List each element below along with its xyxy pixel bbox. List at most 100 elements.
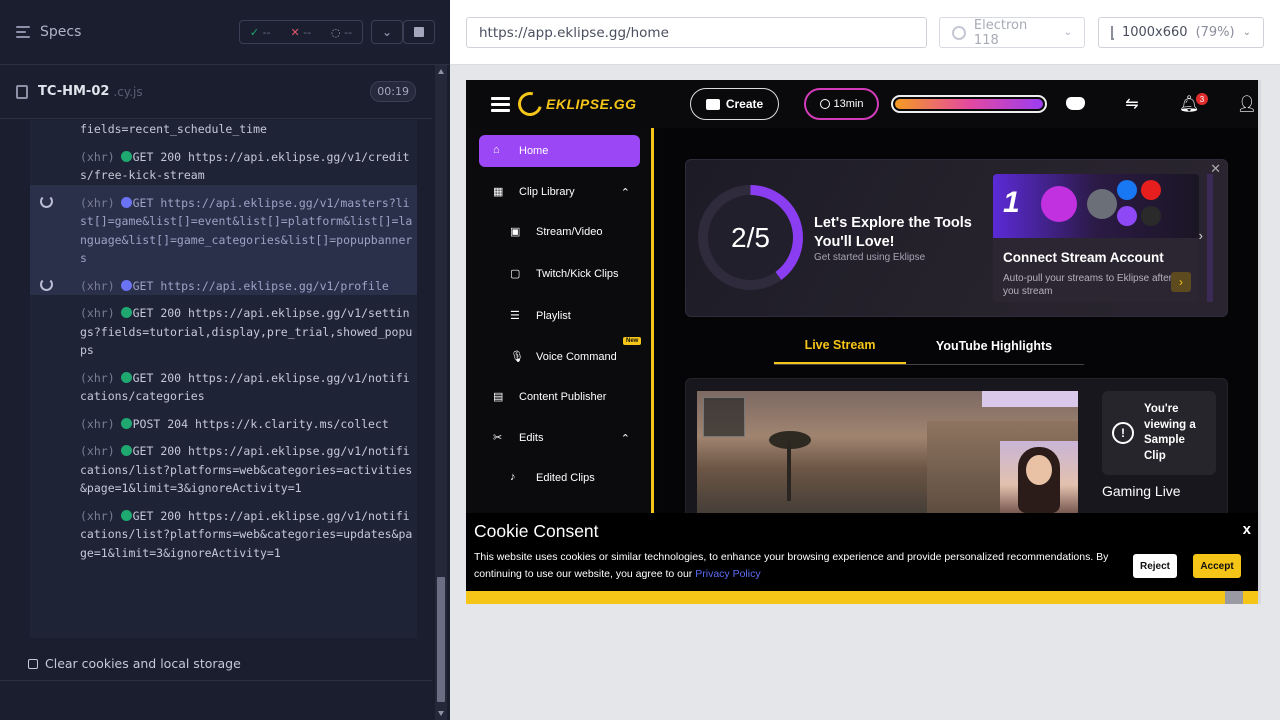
notification-badge: 3 [1196, 93, 1208, 105]
logo-mark-icon [513, 87, 547, 121]
url-bar[interactable]: https://app.eklipse.gg/home [466, 17, 927, 48]
log-scrollbar[interactable] [435, 65, 447, 720]
specs-label: Specs [40, 24, 82, 40]
spec-name: TC-HM-02 [38, 84, 110, 99]
accept-button[interactable]: Accept [1193, 554, 1241, 578]
twitch-icon [1117, 206, 1137, 226]
reject-button[interactable]: Reject [1133, 554, 1177, 578]
browser-selector[interactable]: Electron 118 ⌄ [939, 17, 1085, 48]
timer-pill[interactable]: 13min [804, 88, 879, 120]
log-kind: (xhr) [80, 370, 115, 385]
eklipse-logo[interactable]: EKLIPSE.GG [513, 87, 637, 121]
nav-edited-clips[interactable]: ♪ Edited Clips [510, 462, 640, 494]
video-icon: ▣ [510, 225, 521, 238]
nav-voice-command[interactable]: 🎙︎ Voice Command [510, 341, 640, 373]
hamburger-menu-icon[interactable] [491, 97, 510, 112]
nav-playlist[interactable]: ☰ Playlist [510, 300, 640, 332]
tab-live-stream[interactable]: Live Stream [774, 328, 906, 364]
create-button[interactable]: Create [690, 88, 779, 120]
swap-icon[interactable]: ⇋ [1122, 94, 1142, 114]
log-entry[interactable]: (xhr) GET 200 https://api.eklipse.gg/v1/c… [30, 139, 417, 185]
privacy-policy-link[interactable]: Privacy Policy [695, 568, 760, 580]
log-kind: (xhr) [80, 195, 115, 210]
status-dot-icon [120, 417, 132, 429]
discord-icon[interactable] [1066, 97, 1085, 110]
checkbox[interactable] [28, 658, 38, 669]
nav-twitch-kick-clips[interactable]: ▢ Twitch/Kick Clips [510, 258, 640, 290]
status-dot-icon [120, 445, 132, 456]
chevron-down-button[interactable]: ⌄ [371, 20, 403, 44]
test-stats: ✓ -- ✕ -- ◌ -- [239, 20, 363, 44]
log-status: GET 200 [132, 149, 182, 164]
progress-ring: 2/5 [698, 185, 803, 290]
clip-thumbnail[interactable] [697, 391, 1078, 521]
log-entry[interactable]: (xhr) GET 200 https://api.eklipse.gg/v1/n… [30, 498, 417, 563]
tiktok-icon: ♪ [510, 470, 516, 483]
info-icon: ! [1112, 422, 1134, 444]
twitch-icon: ▢ [510, 267, 521, 280]
viewport-selector[interactable]: 1000x660 (79%) ⌄ [1098, 17, 1264, 48]
log-kind: (xhr) [80, 508, 115, 523]
log-status: GET 200 [132, 508, 182, 523]
cookie-title: Cookie Consent [474, 521, 599, 541]
progress-fill [895, 99, 1043, 109]
log-status: GET 200 [132, 370, 182, 385]
log-entry[interactable]: (xhr) GET https://api.eklipse.gg/v1/profi… [30, 267, 417, 295]
stop-button[interactable] [403, 20, 435, 44]
log-entry[interactable]: (xhr) GET 200 https://api.eklipse.gg/v1/n… [30, 433, 417, 498]
log-entry[interactable]: (xhr) POST 204 https://k.clarity.ms/colle… [30, 406, 417, 434]
explore-title: Let's Explore the Tools You'll Love! [814, 215, 972, 250]
tab-youtube-highlights[interactable]: YouTube Highlights [906, 328, 1082, 364]
connect-description: Auto-pull your streams to Eklipse after … [1003, 273, 1172, 297]
calendar-icon: ▤ [493, 390, 504, 403]
log-entry[interactable]: (xhr) GET 200 https://api.eklipse.gg/v1/n… [30, 360, 417, 406]
next-card-preview [1207, 174, 1213, 302]
file-icon [16, 84, 28, 99]
specs-list-icon [16, 26, 32, 38]
app-scrollbar[interactable] [1258, 80, 1261, 604]
viewport-size: 1000x660 [1121, 25, 1188, 40]
cookie-consent-banner: Cookie Consent x This website uses cooki… [466, 513, 1261, 591]
specs-button[interactable]: Specs [16, 24, 81, 40]
scroll-thumb[interactable] [437, 577, 445, 702]
log-kind: (xhr) [80, 149, 115, 164]
nav-stream-video[interactable]: ▣ Stream/Video [510, 216, 640, 248]
clear-storage-toggle[interactable]: Clear cookies and local storage [28, 656, 241, 671]
failed-stat: ✕ -- [290, 25, 312, 39]
eklipse-icon [1041, 186, 1077, 222]
scroll-up-icon[interactable] [438, 69, 444, 74]
connect-stream-card[interactable]: 1 Connect Stream Account Auto-pull your … [993, 174, 1199, 302]
user-icon[interactable]: 👤︎ [1237, 94, 1257, 114]
progress-count: 2/5 [708, 195, 793, 280]
log-entry[interactable]: fields=recent_schedule_time [30, 120, 417, 139]
connect-banner: 1 [993, 174, 1199, 238]
log-kind: (xhr) [80, 444, 115, 458]
new-badge: New [623, 337, 642, 345]
log-url: fields=recent_schedule_time [80, 122, 267, 136]
chevron-right-icon[interactable]: › [1171, 272, 1191, 292]
status-dot-icon [120, 371, 132, 383]
nav-content-publisher[interactable]: ▤ Content Publisher [479, 381, 640, 413]
explore-subtitle: Get started using Eklipse [814, 252, 926, 263]
nav-home[interactable]: ⌂ Home [479, 135, 640, 167]
minimap [703, 397, 745, 437]
stop-icon [414, 27, 424, 37]
scroll-down-icon[interactable] [438, 711, 444, 716]
log-entry[interactable]: (xhr) GET 200 https://api.eklipse.gg/v1/s… [30, 295, 417, 360]
app-topbar: EKLIPSE.GG Create 13min ⇋ 🔔︎ 3 👤︎ [466, 80, 1261, 128]
x-icon: ✕ [290, 25, 300, 39]
log-entry[interactable]: (xhr) GET https://api.eklipse.gg/v1/maste… [30, 184, 417, 268]
webcam-overlay [1000, 441, 1078, 521]
spec-duration: 00:19 [370, 81, 416, 102]
next-arrow-icon[interactable]: › [1199, 228, 1203, 243]
explore-tools-card: ✕ 2/5 Let's Explore the Tools You'll Lov… [685, 159, 1228, 317]
cookie-close-button[interactable]: x [1243, 521, 1251, 538]
command-log[interactable]: fields=recent_schedule_time (xhr) GET 200 … [30, 120, 417, 638]
link-icon [1087, 189, 1117, 219]
nav-edits[interactable]: ✂ Edits ⌃ [479, 422, 640, 454]
home-icon: ⌂ [493, 143, 500, 156]
log-status: GET [132, 278, 154, 293]
step-number: 1 [1003, 186, 1020, 219]
nav-clip-library[interactable]: ▦ Clip Library ⌃ [479, 176, 640, 208]
spec-file-row[interactable]: TC-HM-02 .cy.js 00:19 [0, 65, 432, 119]
